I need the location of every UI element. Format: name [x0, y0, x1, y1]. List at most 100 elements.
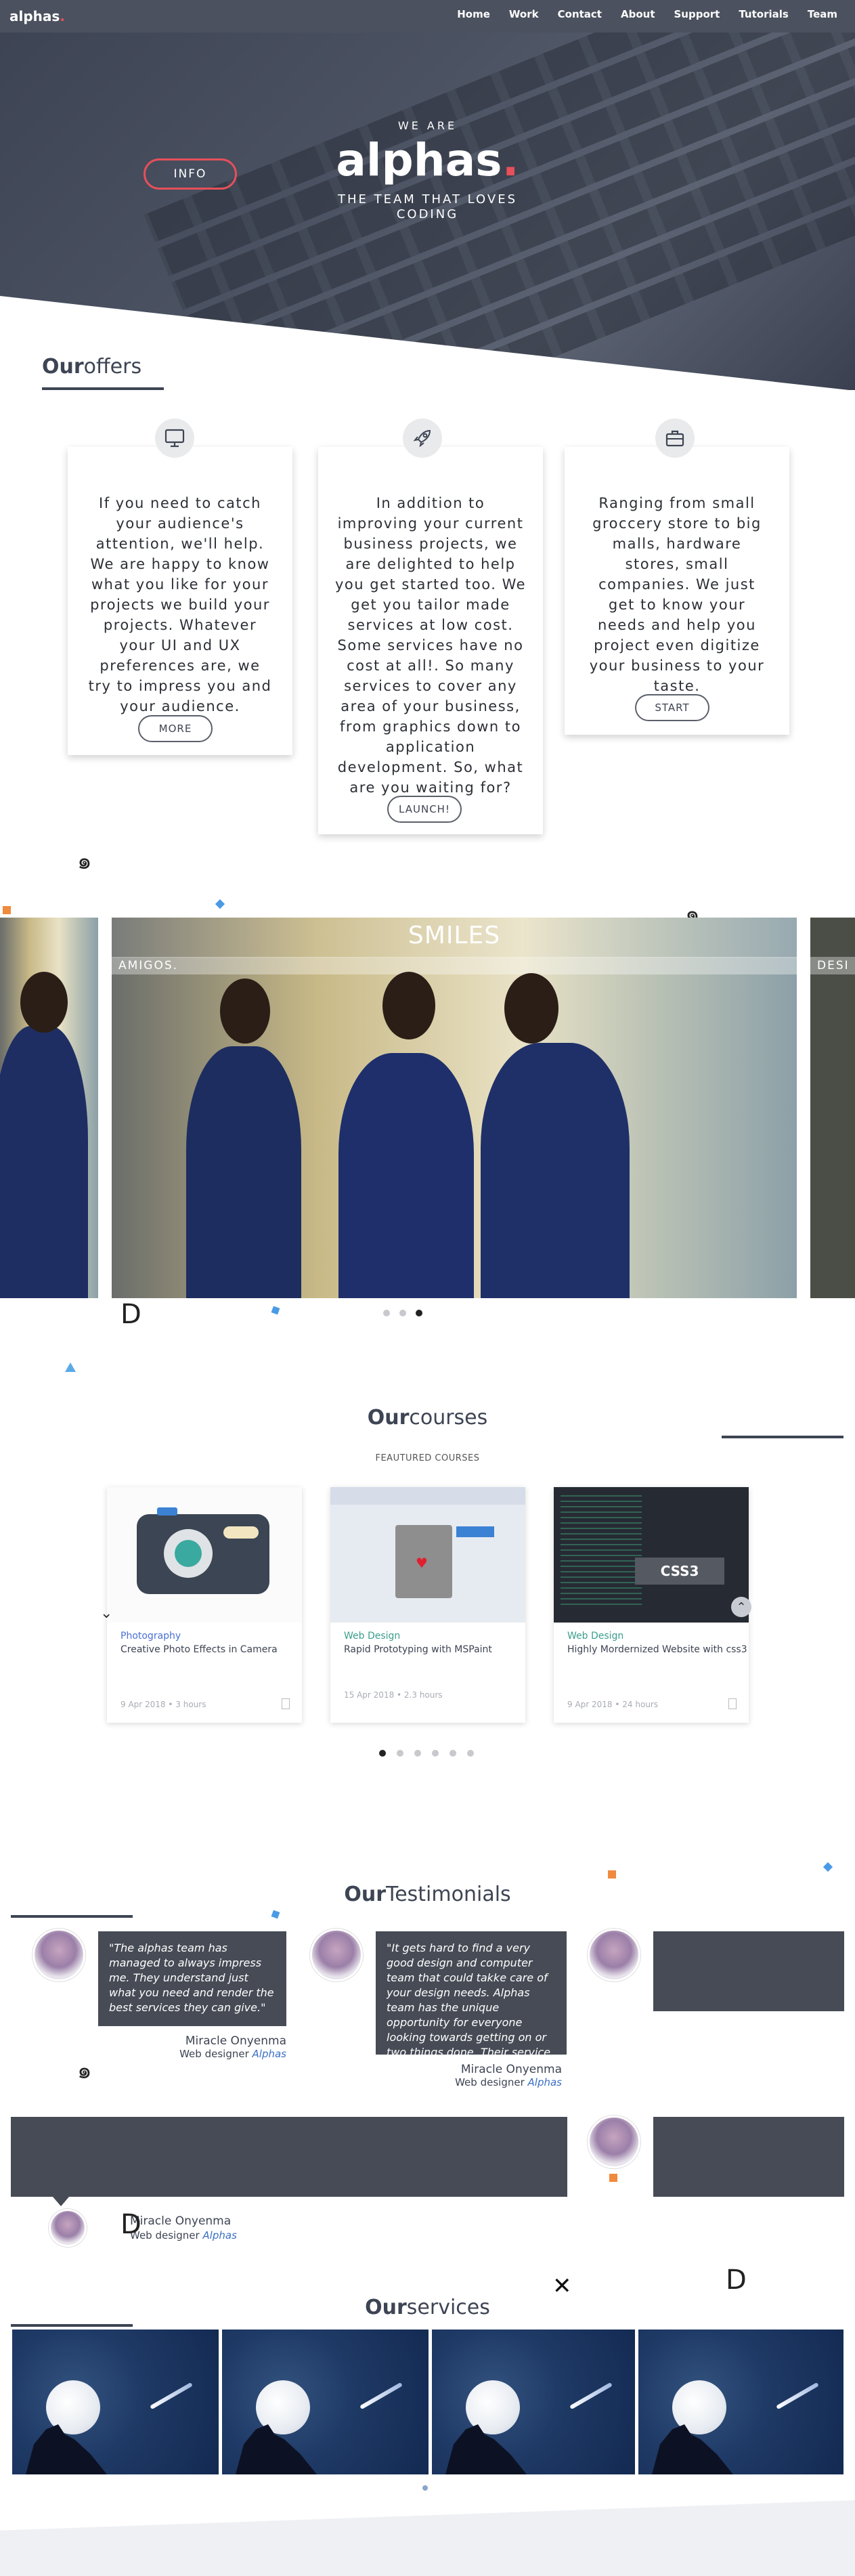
comet-icon	[359, 2382, 403, 2410]
nav-link-tutorials[interactable]: Tutorials	[739, 8, 788, 20]
person-figure	[186, 1046, 301, 1298]
hero-pretitle: WE ARE	[397, 119, 458, 132]
course-title[interactable]: Creative Photo Effects in Camera	[120, 1644, 278, 1655]
offer-text: In addition to improving your current bu…	[334, 495, 527, 796]
d-shape-decoration: D	[120, 2209, 141, 2240]
nav-link-home[interactable]: Home	[457, 8, 490, 20]
course-dot[interactable]	[432, 1750, 439, 1757]
top-navbar: alphas. Home Work Contact About Support …	[0, 0, 855, 33]
slide-caption: AMIGOS.	[112, 957, 797, 974]
testimonial-quote-empty	[11, 2117, 567, 2197]
slider-dot-active[interactable]	[416, 1310, 422, 1316]
hero-subtitle-line1: THE TEAM THAT LOVES	[337, 192, 518, 207]
hero-title: alphas.	[336, 134, 519, 186]
more-button[interactable]: MORE	[138, 715, 213, 742]
nav-link-support[interactable]: Support	[674, 8, 720, 20]
testimonial-quote-empty	[653, 1931, 844, 2011]
comet-icon	[569, 2382, 613, 2410]
bookmark-icon[interactable]	[728, 1698, 737, 1709]
offer-card: Ranging from small groccery store to big…	[565, 418, 789, 735]
particle	[608, 1870, 616, 1879]
course-category[interactable]: Web Design	[344, 1631, 400, 1641]
courses-dots	[379, 1750, 474, 1757]
course-dot[interactable]	[467, 1750, 474, 1757]
courses-title: Ourcourses	[367, 1406, 488, 1430]
course-card[interactable]: CSS3 Web Design Highly Mordernized Websi…	[554, 1487, 749, 1723]
course-title[interactable]: Rapid Prototyping with MSPaint	[344, 1644, 492, 1655]
particle	[215, 899, 225, 909]
slide-prev[interactable]	[0, 918, 98, 1298]
offer-text: Ranging from small groccery store to big…	[589, 495, 765, 694]
particle	[271, 1306, 280, 1315]
slide-active[interactable]: SMILES AMIGOS.	[112, 918, 797, 1298]
slide-title: SMILES	[408, 922, 501, 949]
slider-dot[interactable]	[383, 1310, 390, 1316]
nav-link-work[interactable]: Work	[509, 8, 539, 20]
service-tile[interactable]	[222, 2330, 429, 2474]
chevron-down-icon[interactable]: ⌄	[100, 1605, 112, 1622]
slide-caption: DESI	[810, 957, 855, 974]
particle	[271, 1910, 280, 1919]
person-head	[504, 973, 558, 1044]
courses-subtitle: FEAUTURED COURSES	[375, 1453, 480, 1463]
services-title: Ourservices	[365, 2296, 490, 2319]
nav-links: Home Work Contact About Support Tutorial…	[457, 8, 837, 20]
course-card[interactable]: ♥ Web Design Rapid Prototyping with MSPa…	[330, 1487, 525, 1723]
service-tile[interactable]	[12, 2330, 219, 2474]
course-title[interactable]: Highly Mordernized Website with css3	[567, 1644, 747, 1655]
course-dot[interactable]	[450, 1750, 456, 1757]
camera-image	[107, 1487, 302, 1623]
course-dot[interactable]	[397, 1750, 403, 1757]
monitor-icon	[155, 418, 194, 458]
launch-button[interactable]: LAUNCH!	[387, 796, 462, 823]
testimonial-role: Web designer Alphas	[130, 2229, 237, 2241]
footer-slant	[0, 2500, 855, 2576]
testimonial-role: Web designer Alphas	[455, 2076, 562, 2088]
code-editor-image: CSS3	[554, 1487, 749, 1623]
offer-card: In addition to improving your current bu…	[318, 418, 543, 834]
chevron-up-icon[interactable]: ⌃	[731, 1597, 751, 1617]
bubble-pointer	[53, 2197, 69, 2206]
service-tile[interactable]	[638, 2330, 843, 2474]
spiral-decoration: ๑	[77, 2057, 92, 2084]
testimonial-name: Miracle Onyenma	[460, 2063, 562, 2076]
particle	[422, 2485, 428, 2491]
services-side-line	[11, 2324, 133, 2327]
course-card[interactable]: Photography Creative Photo Effects in Ca…	[107, 1487, 302, 1723]
course-dot-active[interactable]	[379, 1750, 386, 1757]
mspaint-image: ♥	[330, 1487, 525, 1623]
slider-dot[interactable]	[399, 1310, 406, 1316]
offers-title-underline	[42, 387, 164, 390]
testimonial-name: Miracle Onyenma	[185, 2034, 286, 2048]
nav-link-about[interactable]: About	[621, 8, 655, 20]
css3-badge: CSS3	[635, 1558, 724, 1585]
hero-banner: WE ARE alphas. THE TEAM THAT LOVES CODIN…	[0, 33, 855, 390]
testimonial-quote: "It gets hard to find a very good design…	[376, 1931, 567, 2074]
person-head	[220, 979, 270, 1044]
slide-next[interactable]: DESI	[810, 918, 855, 1298]
nav-link-contact[interactable]: Contact	[558, 8, 602, 20]
course-category[interactable]: Photography	[120, 1631, 181, 1641]
start-button[interactable]: START	[635, 694, 709, 721]
avatar	[588, 2116, 640, 2168]
course-category[interactable]: Web Design	[567, 1631, 623, 1641]
info-button[interactable]: INFO	[144, 158, 237, 190]
testimonials-title: OurTestimonials	[344, 1883, 511, 1906]
offer-card: If you need to catch your audience's att…	[68, 418, 292, 755]
brand-logo[interactable]: alphas.	[9, 8, 65, 24]
hero-subtitle: THE TEAM THAT LOVES CODING	[0, 192, 855, 222]
testimonials-side-line	[11, 1915, 133, 1918]
avatar	[32, 1929, 85, 1981]
testimonial-quote: "The alphas team has managed to always i…	[98, 1931, 286, 2026]
bookmark-icon[interactable]	[282, 1698, 290, 1709]
testimonial-name: Miracle Onyenma	[130, 2214, 232, 2228]
heart-icon: ♥	[416, 1555, 428, 1571]
service-tile[interactable]	[432, 2330, 635, 2474]
course-dot[interactable]	[414, 1750, 421, 1757]
hero-subtitle-line2: CODING	[396, 207, 459, 221]
avatar	[588, 1929, 640, 1981]
offer-text: If you need to catch your audience's att…	[88, 495, 272, 714]
spiral-decoration: ๑	[77, 848, 92, 875]
d-shape-decoration: D	[726, 2264, 747, 2296]
nav-link-team[interactable]: Team	[808, 8, 837, 20]
